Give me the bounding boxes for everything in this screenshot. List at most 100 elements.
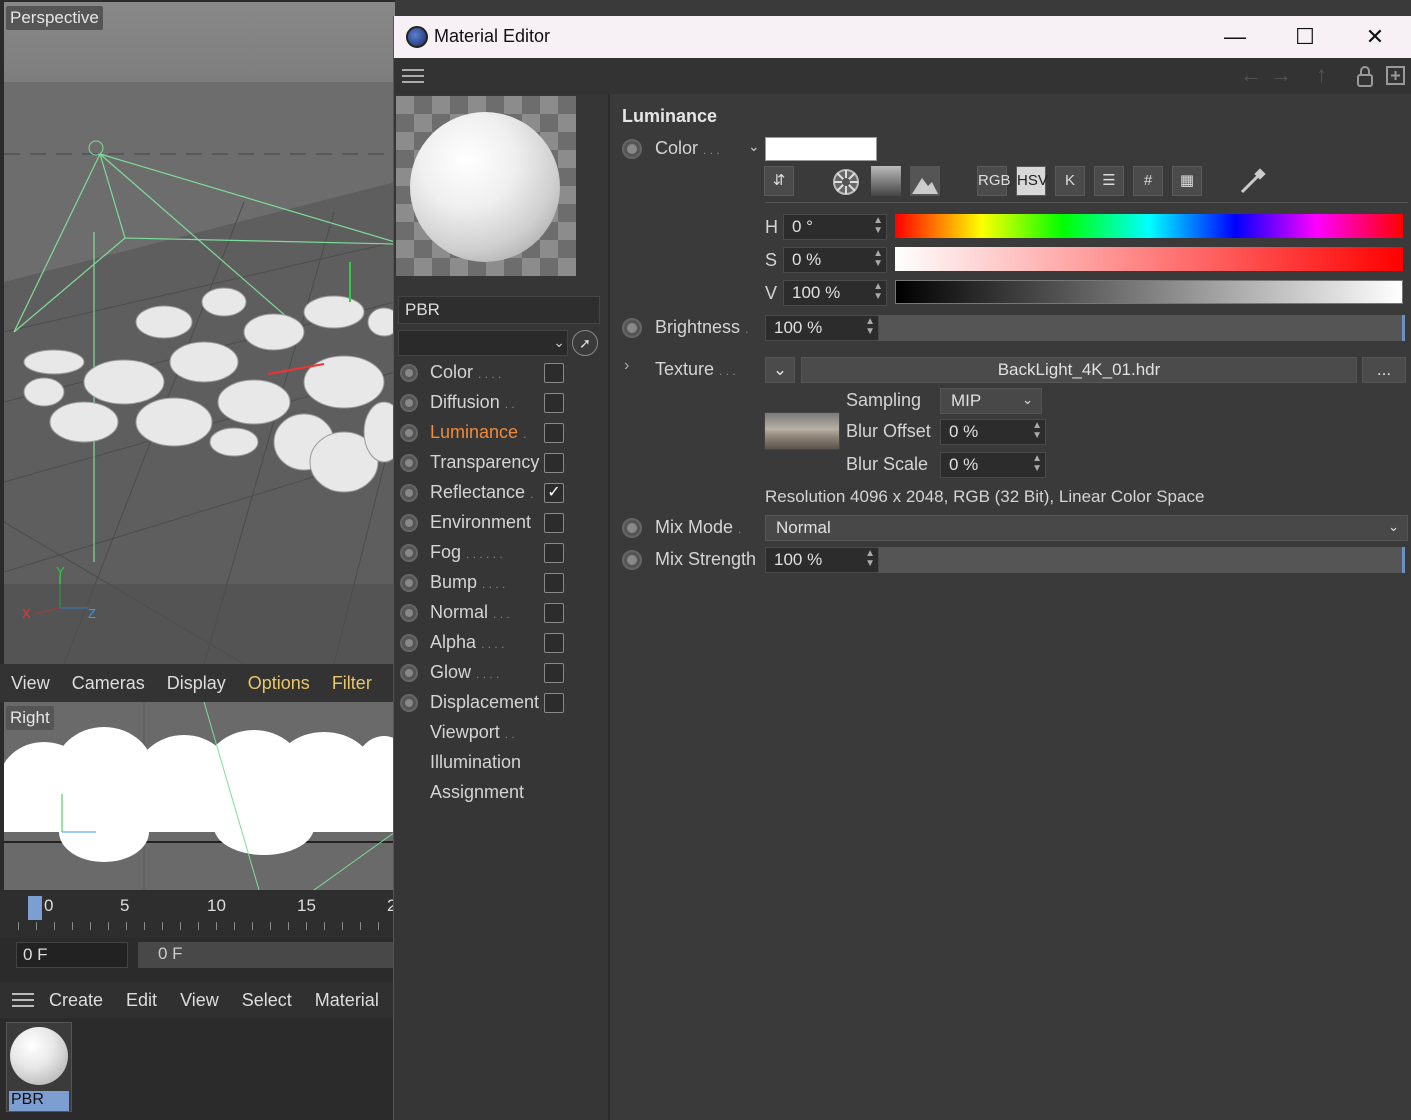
maximize-button[interactable]: ☐ (1270, 16, 1340, 58)
color-swatch[interactable] (765, 137, 877, 161)
title-bar[interactable]: Material Editor — ☐ ✕ (394, 16, 1411, 58)
hue-field[interactable]: 0 ° ▲ ▼ (783, 214, 887, 240)
lock-icon[interactable] (1356, 66, 1374, 88)
channel-checkbox[interactable] (544, 663, 564, 683)
color-animate-toggle[interactable] (622, 139, 642, 159)
spinner-icon[interactable]: ▲ ▼ (865, 549, 875, 569)
channel-checkbox[interactable] (544, 513, 564, 533)
up-arrow-icon[interactable]: ↑ (1316, 62, 1327, 88)
timeline-playhead[interactable] (28, 896, 42, 920)
channel-item-normal[interactable]: Normal . . . (394, 598, 610, 628)
channel-item-glow[interactable]: Glow . . . . (394, 658, 610, 688)
material-name-field[interactable]: PBR (398, 296, 600, 324)
channel-item-color[interactable]: Color . . . . (394, 358, 610, 388)
channel-item-alpha[interactable]: Alpha . . . . (394, 628, 610, 658)
spinner-icon[interactable]: ▲ ▼ (1032, 454, 1042, 474)
menu-view[interactable]: View (180, 990, 229, 1011)
current-frame-field[interactable]: 0 F (16, 942, 128, 968)
mix-strength-animate-toggle[interactable] (622, 550, 642, 570)
page-item-illumination[interactable]: Illumination (394, 748, 610, 778)
brightness-slider[interactable] (879, 315, 1405, 341)
image-icon[interactable] (910, 166, 940, 196)
pick-cursor-button[interactable]: ➚ (572, 330, 598, 356)
new-window-icon[interactable] (1386, 66, 1406, 86)
frame-range-slider[interactable]: 0 F (138, 942, 395, 968)
channel-checkbox[interactable] (544, 423, 564, 443)
mix-mode-dropdown[interactable]: Normal ⌄ (765, 515, 1408, 541)
menu-options[interactable]: Options (237, 673, 321, 694)
animate-toggle[interactable] (400, 604, 418, 622)
page-item-assignment[interactable]: Assignment (394, 778, 610, 808)
texture-menu-button[interactable]: ⌄ (765, 357, 795, 383)
animate-toggle[interactable] (400, 484, 418, 502)
menu-view[interactable]: View (0, 673, 61, 694)
value-field[interactable]: 100 % ▲ ▼ (783, 280, 887, 306)
texture-browse-button[interactable]: ... (1362, 357, 1406, 383)
menu-display[interactable]: Display (156, 673, 237, 694)
channel-checkbox[interactable] (544, 363, 564, 383)
menu-cameras[interactable]: Cameras (61, 673, 156, 694)
hsv-mode-button[interactable]: HSV (1016, 166, 1048, 196)
sampling-dropdown[interactable]: MIP ⌄ (940, 388, 1042, 414)
channel-checkbox[interactable] (544, 543, 564, 563)
close-button[interactable]: ✕ (1340, 16, 1410, 58)
hamburger-icon[interactable] (12, 991, 36, 1009)
animate-toggle[interactable] (400, 514, 418, 532)
channel-checkbox[interactable] (544, 633, 564, 653)
menu-material[interactable]: Material (315, 990, 389, 1011)
forward-arrow-icon[interactable]: → (1270, 62, 1292, 88)
collapse-icon[interactable]: ⇵ (764, 166, 794, 196)
blur-scale-field[interactable]: 0 % ▲ ▼ (940, 452, 1046, 478)
channel-item-reflectance[interactable]: Reflectance . ✓ (394, 478, 610, 508)
menu-select[interactable]: Select (242, 990, 302, 1011)
hex-mode-button[interactable]: # (1133, 166, 1163, 196)
animate-toggle[interactable] (400, 574, 418, 592)
swatches-grid-icon[interactable]: ▦ (1172, 166, 1202, 196)
chevron-right-icon[interactable]: › (624, 357, 629, 375)
animate-toggle[interactable] (400, 634, 418, 652)
channel-checkbox[interactable] (544, 393, 564, 413)
back-arrow-icon[interactable]: ← (1240, 62, 1262, 88)
chevron-down-icon[interactable]: ⌄ (748, 138, 760, 155)
menu-edit[interactable]: Edit (126, 990, 167, 1011)
animate-toggle[interactable] (400, 544, 418, 562)
channel-item-environment[interactable]: Environment (394, 508, 610, 538)
channel-item-fog[interactable]: Fog . . . . . . (394, 538, 610, 568)
saturation-field[interactable]: 0 % ▲ ▼ (783, 247, 887, 273)
minimize-button[interactable]: — (1200, 16, 1270, 58)
channel-item-bump[interactable]: Bump . . . . (394, 568, 610, 598)
channel-item-displacement[interactable]: Displacement (394, 688, 610, 718)
animate-toggle[interactable] (400, 454, 418, 472)
channel-item-diffusion[interactable]: Diffusion . . (394, 388, 610, 418)
animate-toggle[interactable] (400, 394, 418, 412)
blur-offset-field[interactable]: 0 % ▲ ▼ (940, 419, 1046, 445)
material-thumbnail[interactable]: PBR (6, 1022, 72, 1112)
value-slider[interactable] (895, 280, 1403, 304)
eyedropper-icon[interactable] (1238, 166, 1268, 196)
spinner-icon[interactable]: ▲ ▼ (1032, 421, 1042, 441)
channel-checkbox[interactable] (544, 693, 564, 713)
menu-create[interactable]: Create (49, 990, 113, 1011)
color-wheel-icon[interactable] (832, 168, 860, 196)
spinner-icon[interactable]: ▲ ▼ (873, 249, 883, 269)
material-select[interactable]: ⌄ (398, 330, 568, 356)
animate-toggle[interactable] (400, 694, 418, 712)
timeline[interactable]: 0 5 10 15 2 (0, 890, 395, 938)
mix-strength-field[interactable]: 100 % ▲ ▼ (765, 547, 879, 573)
saturation-slider[interactable] (895, 247, 1403, 271)
spinner-icon[interactable]: ▲ ▼ (873, 282, 883, 302)
animate-toggle[interactable] (400, 424, 418, 442)
mixer-icon[interactable]: ☰ (1094, 166, 1124, 196)
mix-strength-slider[interactable] (879, 547, 1405, 573)
animate-toggle[interactable] (400, 664, 418, 682)
spinner-icon[interactable]: ▲ ▼ (865, 317, 875, 337)
channel-checkbox[interactable] (544, 453, 564, 473)
channel-item-transparency[interactable]: Transparency (394, 448, 610, 478)
material-preview[interactable] (396, 96, 576, 276)
animate-toggle[interactable] (400, 364, 418, 382)
rgb-mode-button[interactable]: RGB (977, 166, 1011, 196)
texture-file-button[interactable]: BackLight_4K_01.hdr (801, 357, 1357, 383)
perspective-viewport[interactable]: Perspective Y X Z (4, 2, 395, 664)
gradient-icon[interactable] (871, 166, 901, 196)
hamburger-icon[interactable] (402, 68, 426, 86)
